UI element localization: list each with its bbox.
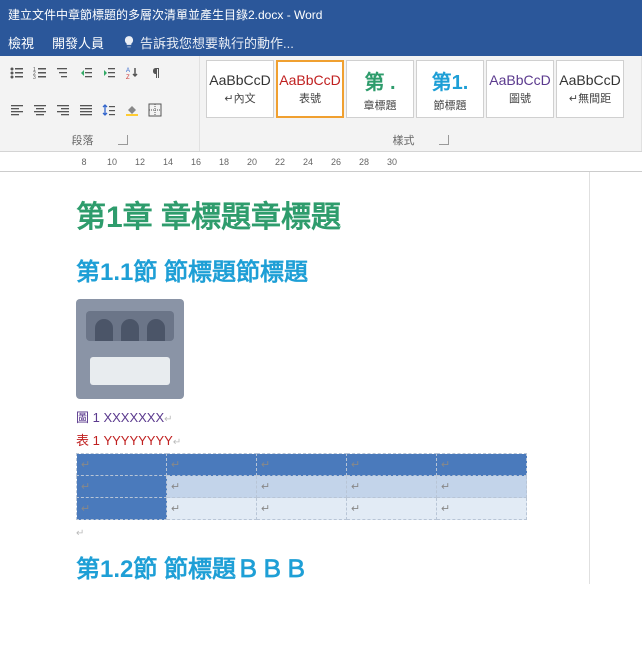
- style-name: 表號: [299, 90, 321, 106]
- borders-button[interactable]: [144, 99, 166, 121]
- table-cell[interactable]: ↵: [77, 476, 167, 498]
- ruler-tick: 18: [210, 157, 238, 167]
- lightbulb-icon: [122, 35, 136, 49]
- align-center-button[interactable]: [29, 99, 51, 121]
- ruler-tick: 16: [182, 157, 210, 167]
- tab-developer[interactable]: 開發人員: [52, 33, 104, 52]
- window-title: 建立文件中章節標題的多層次清單並產生目錄2.docx - Word: [8, 6, 322, 23]
- style-preview: AaBbCcD: [559, 72, 620, 88]
- window-titlebar: 建立文件中章節標題的多層次清單並產生目錄2.docx - Word: [0, 0, 642, 28]
- group-label-paragraph: 段落: [4, 131, 195, 151]
- line-spacing-button[interactable]: [98, 99, 120, 121]
- tell-me-placeholder: 告訴我您想要執行的動作...: [140, 33, 294, 52]
- table-cell[interactable]: ↵: [437, 498, 527, 520]
- ruler-tick: 22: [266, 157, 294, 167]
- paragraph-mark: ↵: [76, 528, 642, 539]
- table-cell[interactable]: ↵: [77, 498, 167, 520]
- style-tile-3[interactable]: 第1. 節標題: [416, 60, 484, 118]
- table-cell[interactable]: ↵: [167, 498, 257, 520]
- table-cell[interactable]: ↵: [437, 454, 527, 476]
- style-preview: AaBbCcD: [279, 72, 340, 88]
- styles-gallery[interactable]: AaBbCcD ↵內文 AaBbCcD 表號 第 . 章標題 第1. 節標題 AaBbCcD 圖號…: [204, 58, 637, 120]
- table-cell[interactable]: ↵: [347, 498, 437, 520]
- paragraph-buttons-row2: [4, 95, 195, 125]
- show-marks-button[interactable]: [144, 62, 166, 84]
- paragraph-buttons-row1: 123 AZ: [4, 58, 195, 88]
- image-decor-top: [86, 311, 174, 341]
- document-body[interactable]: 第1章 章標題章標題 第1.1節 節標題節標題 圖 1 XXXXXXX↵ 表 1…: [0, 172, 642, 584]
- style-name: 節標題: [434, 97, 467, 113]
- style-name: 章標題: [364, 97, 397, 113]
- sample-table[interactable]: ↵↵↵↵↵↵↵↵↵↵↵↵↵↵↵: [76, 453, 527, 520]
- sort-button[interactable]: AZ: [121, 62, 143, 84]
- table-cell[interactable]: ↵: [167, 454, 257, 476]
- table-row: ↵↵↵↵↵: [77, 498, 527, 520]
- table-cell[interactable]: ↵: [257, 454, 347, 476]
- numbering-button[interactable]: 123: [29, 62, 51, 84]
- ruler-tick: 28: [350, 157, 378, 167]
- horizontal-ruler[interactable]: 81012141618202224262830: [0, 152, 642, 172]
- multilevel-list-button[interactable]: [52, 62, 74, 84]
- ribbon: 123 AZ 段落 AaBbCcD ↵內文 AaBbCcD 表號 第 . 章標題 第1. 節標…: [0, 56, 642, 152]
- svg-text:3: 3: [33, 75, 36, 81]
- heading-1[interactable]: 第1章 章標題章標題: [76, 192, 642, 236]
- style-tile-4[interactable]: AaBbCcD 圖號: [486, 60, 554, 118]
- ruler-tick: 8: [70, 157, 98, 167]
- decrease-indent-button[interactable]: [75, 62, 97, 84]
- ribbon-tabs: 檢視 開發人員 告訴我您想要執行的動作...: [0, 28, 642, 56]
- style-tile-2[interactable]: 第 . 章標題: [346, 60, 414, 118]
- style-name: ↵無間距: [569, 90, 611, 106]
- tab-view[interactable]: 檢視: [8, 33, 34, 52]
- table-cell[interactable]: ↵: [347, 454, 437, 476]
- ruler-tick: 12: [126, 157, 154, 167]
- table-row: ↵↵↵↵↵: [77, 454, 527, 476]
- ruler-tick: 24: [294, 157, 322, 167]
- shading-button[interactable]: [121, 99, 143, 121]
- right-margin-line: [589, 172, 590, 584]
- image-decor-bottom: [90, 357, 170, 385]
- style-preview: AaBbCcD: [209, 72, 270, 88]
- style-tile-1[interactable]: AaBbCcD 表號: [276, 60, 344, 118]
- style-preview: 第 .: [364, 66, 395, 95]
- figure-caption[interactable]: 圖 1 XXXXXXX↵: [76, 407, 642, 426]
- ruler-tick: 26: [322, 157, 350, 167]
- table-cell[interactable]: ↵: [257, 498, 347, 520]
- table-row: ↵↵↵↵↵: [77, 476, 527, 498]
- heading-2-a[interactable]: 第1.1節 節標題節標題: [76, 252, 642, 287]
- style-name: 圖號: [509, 90, 531, 106]
- heading-2-b[interactable]: 第1.2節 節標題ＢＢＢ: [76, 549, 642, 584]
- svg-text:Z: Z: [126, 75, 130, 81]
- group-styles: AaBbCcD ↵內文 AaBbCcD 表號 第 . 章標題 第1. 節標題 AaBbCcD 圖號…: [200, 56, 642, 151]
- justify-button[interactable]: [75, 99, 97, 121]
- svg-text:A: A: [126, 68, 130, 74]
- table-caption[interactable]: 表 1 YYYYYYYY↵: [76, 430, 642, 449]
- bullets-button[interactable]: [6, 62, 28, 84]
- image-placeholder[interactable]: [76, 299, 184, 399]
- table-cell[interactable]: ↵: [437, 476, 527, 498]
- style-preview: AaBbCcD: [489, 72, 550, 88]
- increase-indent-button[interactable]: [98, 62, 120, 84]
- table-cell[interactable]: ↵: [77, 454, 167, 476]
- paragraph-dialog-launcher[interactable]: [118, 135, 128, 145]
- align-left-button[interactable]: [6, 99, 28, 121]
- group-paragraph: 123 AZ 段落: [0, 56, 200, 151]
- ruler-tick: 20: [238, 157, 266, 167]
- ruler-tick: 10: [98, 157, 126, 167]
- table-cell[interactable]: ↵: [347, 476, 437, 498]
- style-preview: 第1.: [432, 66, 469, 95]
- style-tile-0[interactable]: AaBbCcD ↵內文: [206, 60, 274, 118]
- style-tile-5[interactable]: AaBbCcD ↵無間距: [556, 60, 624, 118]
- table-cell[interactable]: ↵: [257, 476, 347, 498]
- align-right-button[interactable]: [52, 99, 74, 121]
- group-label-styles: 樣式: [204, 131, 637, 151]
- tell-me-search[interactable]: 告訴我您想要執行的動作...: [122, 33, 294, 52]
- table-cell[interactable]: ↵: [167, 476, 257, 498]
- styles-dialog-launcher[interactable]: [439, 135, 449, 145]
- style-name: ↵內文: [224, 90, 255, 106]
- ruler-tick: 14: [154, 157, 182, 167]
- ruler-tick: 30: [378, 157, 406, 167]
